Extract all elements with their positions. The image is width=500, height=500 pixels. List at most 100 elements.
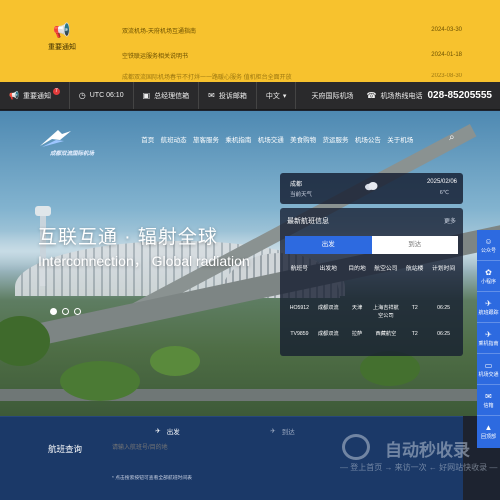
watermark-overlay: 自动秒收录 — 登上首页 → 来访一次 ← 好网站快收录 — — [330, 432, 497, 482]
utc-clock: ◷ UTC 06:10 — [70, 82, 134, 109]
nav-menu: 首页 航班动态 旅客服务 乘机指南 机场交通 美食购物 货运服务 机场公告 关于… — [138, 134, 416, 144]
query-title: 航班查询 — [48, 444, 83, 454]
column-header: 航空公司 — [374, 266, 398, 272]
notice-date: 2024-01-18 — [431, 52, 462, 58]
megaphone-icon: 📢 — [53, 22, 71, 38]
notice-count-badge: 7 — [52, 88, 60, 95]
notice-label: 重要通知 — [48, 44, 76, 51]
column-header: 航班号 — [290, 266, 309, 272]
notice-label-box[interactable]: 📢 重要通知 — [32, 22, 92, 52]
sidebar-item-top[interactable]: ▲ 回顶部 — [477, 416, 500, 447]
notice-item[interactable] — [122, 0, 462, 10]
clock-icon: ◷ — [78, 91, 86, 100]
sidebar-item-mail[interactable]: ✉ 信箱 — [477, 385, 500, 416]
weather-condition: 当前天气 — [290, 192, 313, 198]
nav-item-passenger-service[interactable]: 旅客服务 — [190, 134, 222, 144]
important-notice-panel: 📢 重要通知 双流机场-天府机场互通指南 2024-03-30 空铁联运服务相关说… — [0, 0, 500, 82]
watermark-logo-icon — [342, 434, 370, 460]
carousel-dot[interactable] — [74, 308, 81, 315]
cloud-icon — [365, 182, 378, 191]
notice-title: 空铁联运服务相关说明书 — [122, 53, 189, 60]
query-hint: * 点击搜索按钮可查看全部航班时间表 — [112, 476, 192, 481]
sidebar-item-traffic[interactable]: ▭ 机场交通 — [477, 354, 500, 385]
plane-takeoff-icon: ✈ — [155, 428, 161, 435]
up-arrow-icon: ▲ — [484, 423, 493, 432]
plane-landing-icon: ✈ — [270, 428, 276, 435]
watermark-title: 自动秒收录 — [385, 441, 470, 460]
manager-mailbox-link[interactable]: ▣ 总经理信箱 — [134, 82, 200, 109]
chevron-down-icon: ▾ — [282, 92, 287, 100]
notice-item[interactable]: 双流机场-天府机场互通指南 2024-03-30 — [122, 20, 462, 40]
flights-table-header: 航班号 出发地 目的地 航空公司 航站楼 计划时间 — [285, 265, 458, 274]
complaint-email-link[interactable]: ✉ 投诉邮箱 — [199, 82, 257, 109]
tab-arrivals[interactable]: 到达 — [371, 236, 458, 254]
nav-item-flight-status[interactable]: 航班动态 — [157, 134, 189, 144]
weather-widget: 成都 当前天气 2025/02/06 6℃ — [280, 173, 463, 204]
notice-date: 2024-03-30 — [431, 27, 462, 33]
guide-icon: ✈ — [485, 329, 492, 339]
table-row[interactable]: HO5912 成都双流 天津 上海吉祥航空公司 T2 06:25 — [285, 304, 458, 320]
weather-temperature: 6℃ — [439, 190, 449, 196]
latest-flights-panel: 最新航班信息 更多 出发 到达 航班号 出发地 目的地 航空公司 航站楼 计划时… — [280, 208, 463, 356]
flight-track-icon: ✈ — [485, 298, 492, 308]
notice-list: 双流机场-天府机场互通指南 2024-03-30 空铁联运服务相关说明书 2024-… — [122, 0, 462, 86]
megaphone-icon: 📢 — [9, 91, 19, 100]
mail-icon: ✉ — [485, 391, 492, 401]
airport-logo[interactable]: 成都双流国际机场 — [38, 128, 100, 158]
column-header: 出发地 — [319, 266, 337, 272]
trees-image — [0, 316, 50, 366]
nav-item-cargo[interactable]: 货运服务 — [319, 134, 351, 144]
table-row[interactable]: TV9859 成都双流 拉萨 西藏航空 T2 06:25 — [285, 330, 458, 338]
watermark-slogan: — 登上首页 → 来访一次 ← 好网站快收录 — — [340, 463, 498, 472]
weather-city: 成都 — [290, 182, 303, 188]
column-header: 航站楼 — [406, 266, 424, 272]
notice-item[interactable]: 空铁联运服务相关说明书 2024-01-18 — [122, 45, 462, 65]
hotline-number: 028-85205555 — [427, 90, 492, 101]
flights-panel-title: 最新航班信息 — [287, 218, 329, 225]
carousel-dot[interactable] — [50, 308, 57, 315]
search-icon[interactable]: ⌕ — [449, 132, 455, 143]
trees-image — [60, 361, 140, 401]
hotline: ☎ 机场热线电话 028-85205555 — [366, 90, 492, 101]
column-header: 目的地 — [348, 266, 366, 272]
phone-icon: ☎ — [366, 91, 377, 100]
nav-item-boarding-guide[interactable]: 乘机指南 — [222, 134, 254, 144]
tianfu-airport-link[interactable]: 天府国际机场 — [303, 82, 358, 109]
language-select[interactable]: 中文 ▾ — [257, 82, 297, 109]
notice-link[interactable]: 📢 重要通知 7 — [0, 82, 70, 109]
trees-image — [150, 346, 200, 376]
trees-image — [360, 351, 420, 386]
notice-title: 成都双流国际机场春节不打烊一一路暖心服务 值机柜台全面开放 — [122, 74, 292, 81]
notice-title: 双流机场-天府机场互通指南 — [122, 28, 196, 35]
traffic-icon: ▭ — [484, 360, 493, 370]
floating-sidebar: ☺ 公众号 ✿ 小程序 ✈ 航班跟踪 ✈ 乘机指南 ▭ 机场交通 ✉ 信箱 ▲ 回顶部 — [477, 230, 500, 448]
mini-program-icon: ✿ — [485, 267, 492, 277]
hero-banner: 成都双流国际机场 首页 航班动态 旅客服务 乘机指南 机场交通 美食购物 货运服… — [0, 111, 500, 416]
hero-slogan-en: Interconnection， Global radiation — [38, 253, 250, 269]
mail-icon: ✉ — [208, 91, 215, 100]
wechat-icon: ☺ — [484, 236, 493, 246]
nav-item-announcements[interactable]: 机场公告 — [352, 134, 384, 144]
sidebar-item-flight-track[interactable]: ✈ 航班跟踪 — [477, 292, 500, 323]
nav-item-home[interactable]: 首页 — [138, 134, 157, 144]
mailbox-icon: ▣ — [142, 91, 151, 100]
notice-date: 2023-08-30 — [431, 73, 462, 79]
weather-date: 2025/02/06 — [426, 179, 457, 185]
nav-item-about[interactable]: 关于机场 — [384, 134, 416, 144]
main-navigation: 成都双流国际机场 首页 航班动态 旅客服务 乘机指南 机场交通 美食购物 货运服… — [0, 111, 500, 171]
flights-more-link[interactable]: 更多 — [444, 216, 456, 225]
top-info-bar: 📢 重要通知 7 ◷ UTC 06:10 ▣ 总经理信箱 ✉ 投诉邮箱 中文 ▾ 天府国际机… — [0, 82, 500, 110]
flight-tabs: 出发 到达 — [285, 236, 458, 254]
nav-item-dining-shopping[interactable]: 美食购物 — [287, 134, 319, 144]
sidebar-item-guide[interactable]: ✈ 乘机指南 — [477, 323, 500, 354]
sidebar-item-mini-program[interactable]: ✿ 小程序 — [477, 261, 500, 292]
carousel-dot[interactable] — [62, 308, 69, 315]
carousel-dots — [50, 308, 81, 315]
logo-wing-icon — [40, 130, 71, 147]
hero-slogan-cn: 互联互通 · 辐射全球 — [38, 227, 218, 248]
tab-departures[interactable]: 出发 — [285, 236, 372, 254]
column-header: 计划时间 — [431, 266, 456, 272]
sidebar-item-wechat[interactable]: ☺ 公众号 — [477, 230, 500, 261]
logo-text: 成都双流国际机场 — [50, 151, 95, 157]
nav-item-transport[interactable]: 机场交通 — [255, 134, 287, 144]
